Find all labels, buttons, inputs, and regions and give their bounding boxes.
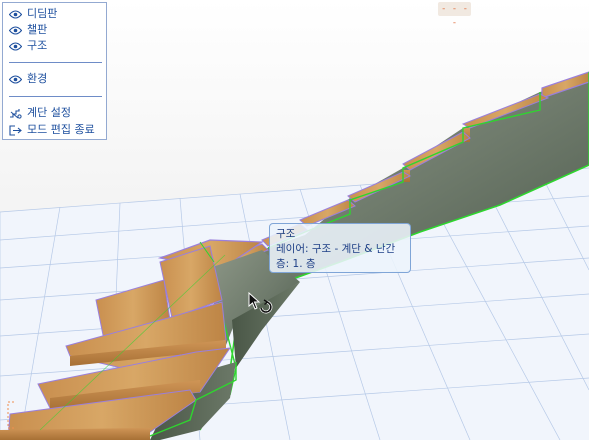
menu-item-risers[interactable]: 챌판 <box>9 22 47 38</box>
menu-item-stair-settings[interactable]: 계단 설정 <box>9 105 71 121</box>
eye-icon <box>9 25 22 35</box>
menu-item-exit-edit-mode[interactable]: 모드 편집 종료 <box>9 122 95 138</box>
top-marker: - - - - <box>438 2 471 28</box>
rotate-cursor-icon <box>248 292 273 314</box>
eye-icon <box>9 74 22 84</box>
tooltip-title: 구조 <box>276 228 296 240</box>
menu-item-label: 구조 <box>27 39 48 52</box>
eye-icon <box>9 41 22 51</box>
menu-item-label: 챌판 <box>27 23 48 36</box>
menu-item-treads[interactable]: 디딤판 <box>9 6 57 22</box>
menu-item-label: 계단 설정 <box>27 106 71 119</box>
menu-item-structure[interactable]: 구조 <box>9 38 47 54</box>
tooltip-layer: 레이어: 구조 - 계단 & 난간 <box>276 243 396 255</box>
element-info-tooltip: 구조 레이어: 구조 - 계단 & 난간 층: 1. 층 <box>269 223 411 273</box>
stair-edit-panel: 디딤판 챌판 구조 환경 계단 설정 모드 편집 종료 <box>2 2 107 140</box>
menu-divider <box>9 96 102 97</box>
menu-item-label: 디딤판 <box>27 7 58 20</box>
stair-settings-icon <box>10 108 22 119</box>
exit-icon <box>9 124 22 136</box>
menu-divider <box>9 62 102 63</box>
menu-item-label: 모드 편집 종료 <box>27 123 95 136</box>
eye-icon <box>9 9 22 19</box>
tooltip-story: 층: 1. 층 <box>276 258 316 270</box>
menu-item-label: 환경 <box>27 72 48 85</box>
menu-item-environment[interactable]: 환경 <box>9 71 47 87</box>
